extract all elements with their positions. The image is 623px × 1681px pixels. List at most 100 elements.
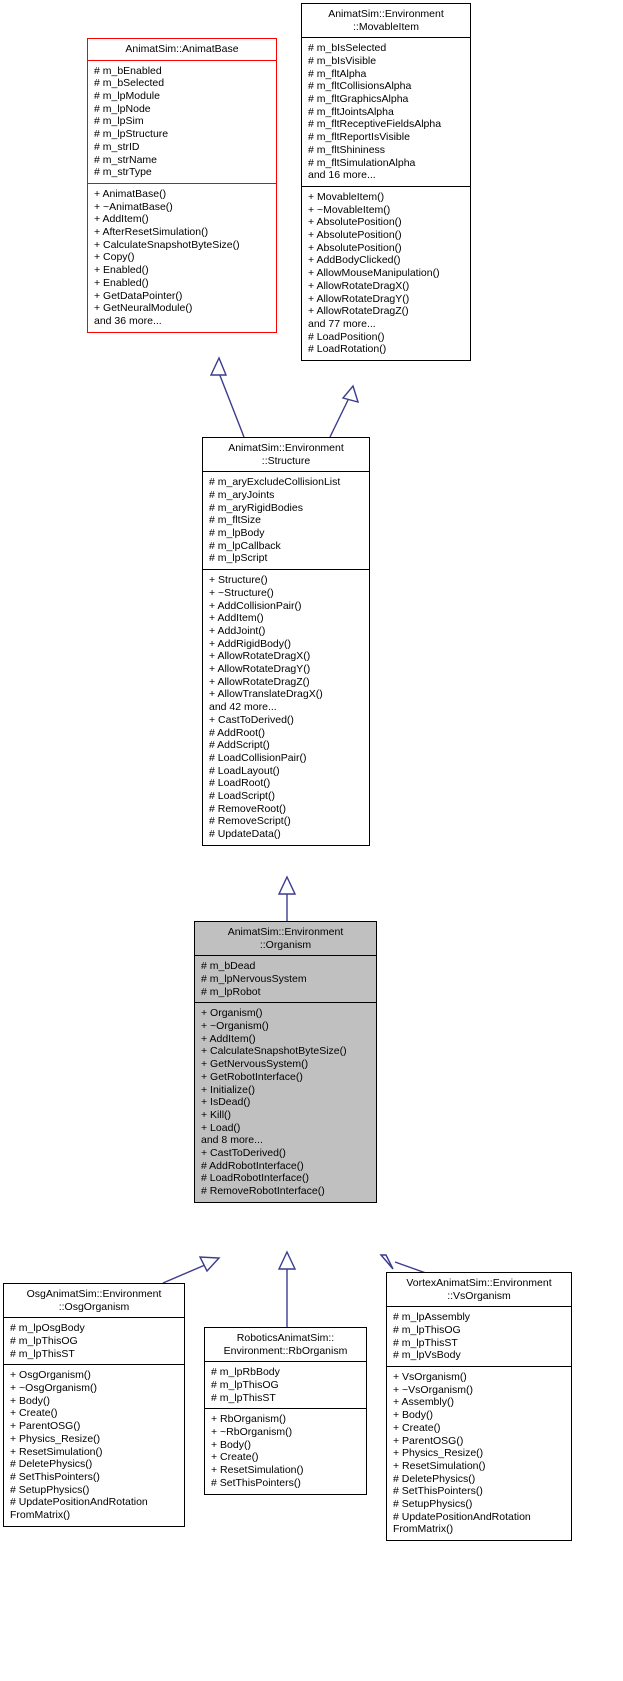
attributes-vsorganism: # m_lpAssembly # m_lpThisOG # m_lpThisST # … bbox=[387, 1307, 571, 1366]
member-row: # LoadRotation() bbox=[308, 343, 387, 356]
attributes-movableitem: # m_bIsSelected # m_bIsVisible # m_fltAlph… bbox=[302, 38, 470, 186]
member-row: + ~MovableItem() bbox=[308, 203, 391, 216]
member-row: # RemoveRobotInterface() bbox=[201, 1185, 325, 1198]
member-row: # m_lpRobot bbox=[201, 985, 261, 998]
member-row: # m_lpNode bbox=[94, 102, 151, 115]
class-box-animatbase[interactable]: AnimatSim::AnimatBase # m_bEnabled # m_bS… bbox=[87, 38, 277, 333]
member-row: + AddItem() bbox=[201, 1032, 256, 1045]
member-row: # m_aryRigidBodies bbox=[209, 501, 303, 514]
member-row: + GetRobotInterface() bbox=[201, 1070, 303, 1083]
member-row: + AbsolutePosition() bbox=[308, 241, 402, 254]
member-row: and 36 more... bbox=[94, 314, 162, 327]
class-title-animatbase: AnimatSim::AnimatBase bbox=[125, 43, 239, 55]
member-row: # SetupPhysics() bbox=[10, 1483, 90, 1496]
member-row: + AddRigidBody() bbox=[209, 637, 292, 650]
member-row: # m_aryJoints bbox=[209, 488, 275, 501]
member-row: # LoadRoot() bbox=[209, 777, 271, 790]
member-row: + ~Structure() bbox=[209, 586, 274, 599]
member-row: # RemoveScript() bbox=[209, 815, 291, 828]
methods-movableitem: + MovableItem() + ~MovableItem() + Absolut… bbox=[302, 187, 470, 360]
member-row: + ResetSimulation() bbox=[393, 1459, 486, 1472]
member-row: + AllowRotateDragZ() bbox=[308, 305, 409, 318]
member-row: + Body() bbox=[211, 1438, 251, 1451]
member-row: # m_lpThisST bbox=[393, 1336, 458, 1349]
member-row: + CastToDerived() bbox=[201, 1147, 286, 1160]
member-row: # SetThisPointers() bbox=[211, 1476, 301, 1489]
member-row: + AllowRotateDragX() bbox=[308, 279, 410, 292]
member-row: + Assembly() bbox=[393, 1396, 454, 1409]
member-row: # m_fltJointsAlpha bbox=[308, 105, 394, 118]
methods-organism: + Organism() + ~Organism() + AddItem() + Ca… bbox=[195, 1003, 376, 1202]
member-row: # UpdatePositionAndRotation bbox=[393, 1510, 531, 1523]
member-row: + Enabled() bbox=[94, 276, 149, 289]
member-row: + CastToDerived() bbox=[209, 713, 294, 726]
edge-organism-to-structure bbox=[277, 875, 297, 921]
class-box-organism[interactable]: AnimatSim::Environment ::Organism # m_bD… bbox=[194, 921, 377, 1203]
methods-vsorganism: + VsOrganism() + ~VsOrganism() + Assembly(… bbox=[387, 1367, 571, 1540]
member-row: + ResetSimulation() bbox=[10, 1445, 103, 1458]
member-row: # DeletePhysics() bbox=[10, 1458, 93, 1471]
member-row: # LoadPosition() bbox=[308, 330, 385, 343]
member-row: # m_strName bbox=[94, 153, 158, 166]
methods-animatbase: + AnimatBase() + ~AnimatBase() + AddItem()… bbox=[88, 184, 276, 332]
member-row: # UpdateData() bbox=[209, 828, 281, 841]
member-row: # m_lpThisST bbox=[10, 1347, 75, 1360]
member-row: # m_lpScript bbox=[209, 552, 268, 565]
member-row: # UpdatePositionAndRotation bbox=[10, 1496, 148, 1509]
member-row: + Create() bbox=[10, 1407, 58, 1420]
member-row: + AllowRotateDragY() bbox=[209, 663, 311, 676]
member-row: # m_lpThisOG bbox=[211, 1378, 279, 1391]
member-row: + Create() bbox=[211, 1451, 259, 1464]
attributes-structure: # m_aryExcludeCollisionList # m_aryJoints… bbox=[203, 472, 369, 569]
edge-structure-to-animatbase bbox=[209, 356, 245, 438]
member-row: + ~OsgOrganism() bbox=[10, 1382, 97, 1394]
member-row: # m_fltCollisionsAlpha bbox=[308, 80, 412, 93]
member-row: + Physics_Resize() bbox=[10, 1432, 101, 1445]
member-row: + AddItem() bbox=[94, 213, 149, 226]
member-row: # m_bSelected bbox=[94, 77, 165, 90]
member-row: # m_lpRbBody bbox=[211, 1366, 280, 1379]
member-row: + GetDataPointer() bbox=[94, 289, 183, 302]
attributes-rborganism: # m_lpRbBody # m_lpThisOG # m_lpThisST bbox=[205, 1362, 366, 1408]
member-row: # LoadScript() bbox=[209, 790, 275, 803]
member-row: # m_lpVsBody bbox=[393, 1349, 461, 1362]
member-row: # m_lpThisOG bbox=[393, 1323, 461, 1336]
member-row: + Physics_Resize() bbox=[393, 1447, 484, 1460]
class-box-movableitem[interactable]: AnimatSim::Environment ::MovableItem # m… bbox=[301, 3, 471, 362]
member-row: # m_fltSize bbox=[209, 514, 261, 527]
member-row: # m_lpThisOG bbox=[10, 1334, 78, 1347]
member-row: + AllowRotateDragX() bbox=[209, 650, 311, 663]
class-title-movableitem: AnimatSim::Environment ::MovableItem bbox=[328, 8, 444, 33]
member-row: + Body() bbox=[393, 1409, 433, 1422]
attributes-animatbase: # m_bEnabled # m_bSelected # m_lpModule # m… bbox=[88, 61, 276, 183]
member-row: + CalculateSnapshotByteSize() bbox=[94, 238, 240, 251]
member-row: + AbsolutePosition() bbox=[308, 216, 402, 229]
member-row: # AddRobotInterface() bbox=[201, 1159, 304, 1172]
member-row: # m_fltReportIsVisible bbox=[308, 131, 410, 144]
member-row: + AllowTranslateDragX() bbox=[209, 688, 323, 701]
class-title-organism: AnimatSim::Environment ::Organism bbox=[227, 926, 344, 951]
member-row: + ~Organism() bbox=[201, 1020, 269, 1032]
attributes-organism: # m_bDead # m_lpNervousSystem # m_lpRobot bbox=[195, 956, 376, 1002]
member-row: # m_fltReceptiveFieldsAlpha bbox=[308, 118, 442, 131]
member-row: + Copy() bbox=[94, 251, 135, 264]
member-row: + ParentOSG() bbox=[393, 1434, 464, 1447]
member-row: # m_bIsVisible bbox=[308, 54, 377, 67]
member-row: + Create() bbox=[393, 1421, 441, 1434]
member-row: # m_fltShininess bbox=[308, 143, 386, 156]
class-box-structure[interactable]: AnimatSim::Environment ::Structure # m_a… bbox=[202, 437, 370, 846]
edge-structure-to-movableitem bbox=[329, 384, 360, 438]
class-title-vsorganism: VortexAnimatSim::Environment ::VsOrganis… bbox=[406, 1277, 552, 1302]
class-box-rborganism[interactable]: RoboticsAnimatSim:: Environment::RbOrgan… bbox=[204, 1327, 367, 1495]
class-box-vsorganism[interactable]: VortexAnimatSim::Environment ::VsOrganis… bbox=[386, 1272, 572, 1542]
member-row: # DeletePhysics() bbox=[393, 1472, 476, 1485]
class-box-osgorganism[interactable]: OsgAnimatSim::Environment ::OsgOrganism … bbox=[3, 1283, 185, 1527]
member-row: FromMatrix() bbox=[10, 1509, 71, 1522]
member-row: # SetupPhysics() bbox=[393, 1498, 473, 1511]
member-row: + ~RbOrganism() bbox=[211, 1426, 293, 1438]
member-row: # SetThisPointers() bbox=[393, 1485, 483, 1498]
member-row: # m_bDead bbox=[201, 960, 256, 973]
member-row: + AllowMouseManipulation() bbox=[308, 267, 440, 280]
member-row: + AllowRotateDragY() bbox=[308, 292, 410, 305]
member-row: and 8 more... bbox=[201, 1134, 263, 1147]
